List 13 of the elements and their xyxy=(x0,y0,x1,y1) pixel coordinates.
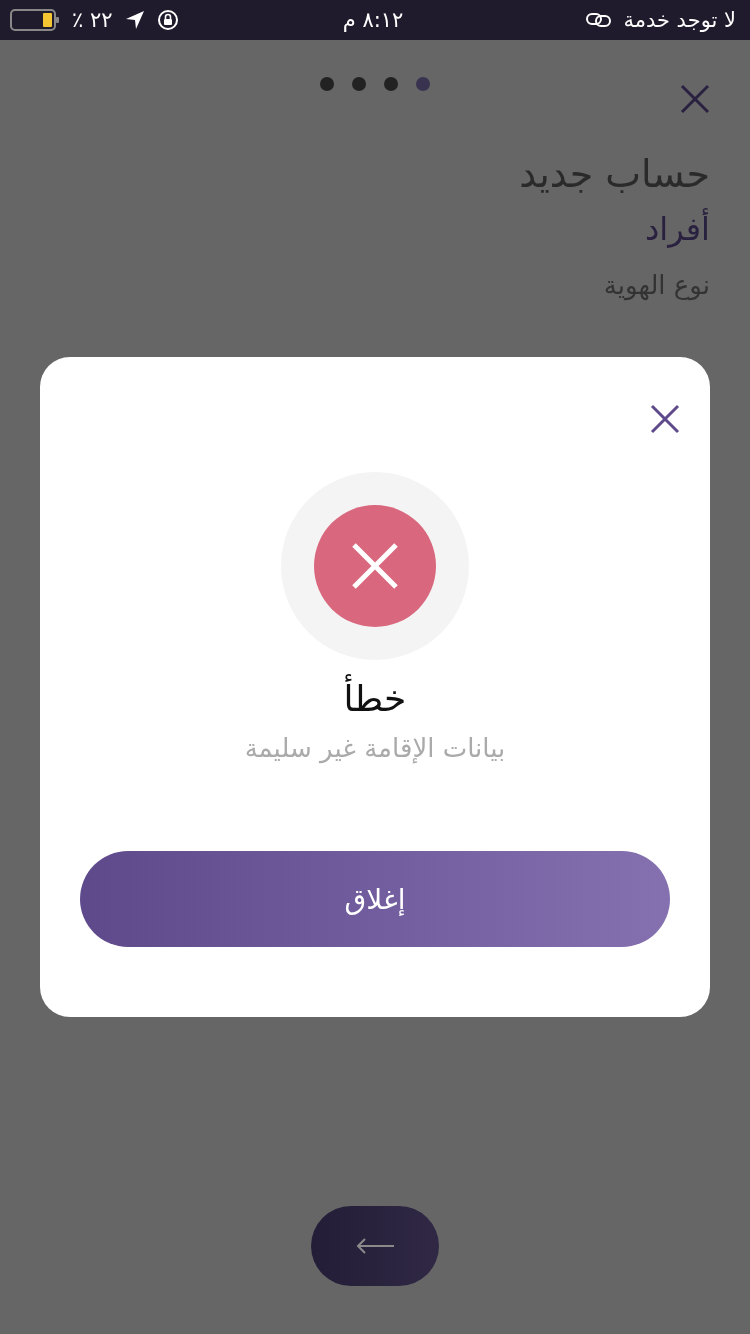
page-subtitle: أفراد xyxy=(644,210,710,248)
carrier-text: لا توجد خدمة xyxy=(623,8,736,32)
close-button[interactable]: إغلاق xyxy=(80,851,670,947)
location-arrow-icon xyxy=(124,10,145,30)
left-arrow-icon xyxy=(355,1236,395,1256)
close-icon[interactable] xyxy=(650,404,680,434)
link-icon xyxy=(585,10,614,30)
battery-icon xyxy=(10,9,60,31)
rotation-lock-icon xyxy=(156,9,179,31)
page-title: حساب جديد xyxy=(518,152,710,196)
status-time: ٨:١٢ م xyxy=(342,8,404,32)
battery-percentage: ٢٢ ٪ xyxy=(72,8,113,32)
dialog-message: بيانات الإقامة غير سليمة xyxy=(244,733,506,763)
